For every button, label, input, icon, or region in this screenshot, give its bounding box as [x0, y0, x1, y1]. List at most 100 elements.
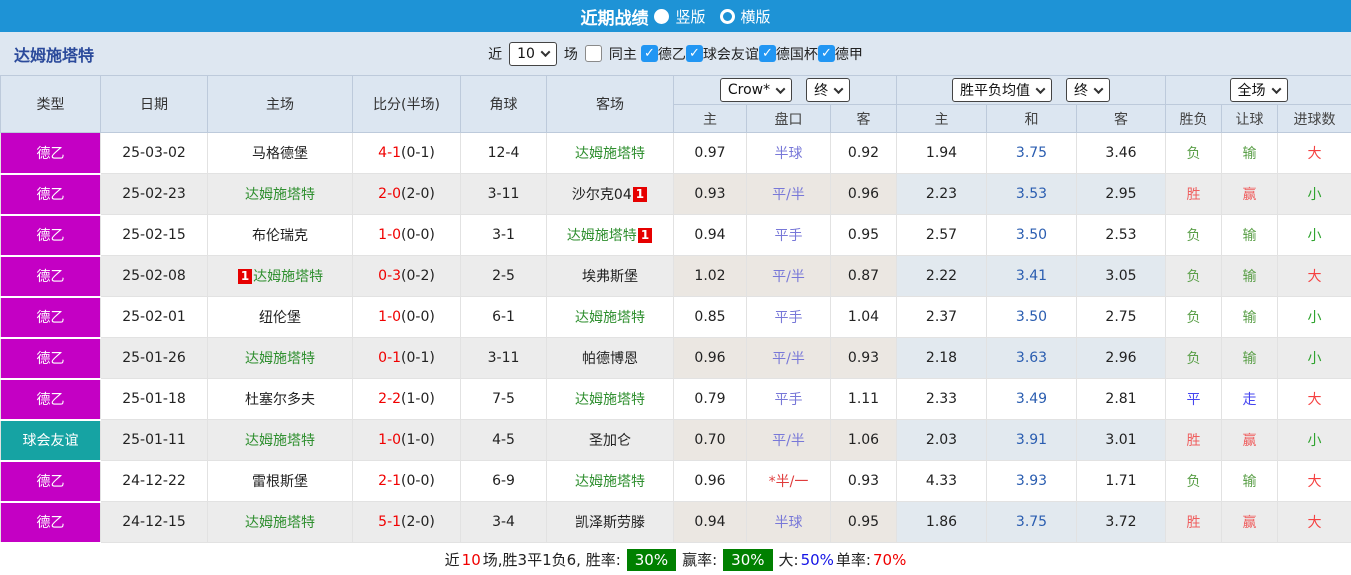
team-name-text: 达姆施塔特 [245, 351, 315, 367]
goals-cell: 大 [1276, 501, 1351, 543]
odds-home-cell: 0.79 [673, 378, 747, 420]
avg-odds-select[interactable]: 胜平负均值 [952, 78, 1052, 102]
team-name-text: 达姆施塔特 [575, 310, 645, 326]
horizontal-layout-radio[interactable] [719, 8, 735, 24]
odds-home-cell: 0.94 [673, 214, 747, 256]
corner-cell: 2-5 [460, 255, 547, 297]
away-team-cell: 达姆施塔特 1 [546, 214, 674, 256]
match-date: 25-01-18 [100, 378, 208, 420]
handicap-cell: 平手 [746, 378, 831, 420]
odds-away-cell: 0.93 [830, 337, 897, 379]
avg-final-select[interactable]: 终 [1066, 78, 1110, 102]
league-label-1: 球会友谊 [702, 46, 759, 63]
odds-away-cell: 0.95 [830, 501, 897, 543]
league-type-cell: 德乙 [0, 501, 101, 544]
away-team-cell: 圣加仑 [546, 419, 674, 461]
red-card-badge: 1 [637, 228, 653, 243]
horizontal-layout-label[interactable]: 横版 [741, 6, 771, 27]
result-cell: 负 [1165, 255, 1222, 297]
summary-segment-2: 场,胜3平1负6, 胜率: [482, 551, 621, 569]
home-team-cell: 杜塞尔多夫 [207, 378, 353, 420]
team-name-text: 达姆施塔特 [575, 474, 645, 490]
odds-home-cell: 0.94 [673, 501, 747, 543]
corner-cell: 12-4 [460, 132, 547, 174]
home-team-cell: 达姆施塔特 [207, 501, 353, 543]
same-home-checkbox[interactable] [584, 45, 602, 62]
match-row: 德乙 25-03-02 马格德堡 4-1(0-1) 12-4 达姆施塔特 0.97 半球 0.9… [0, 132, 1351, 175]
league-type-cell: 德乙 [0, 337, 101, 380]
avg-away-cell: 3.01 [1076, 419, 1166, 461]
goals-scope-select[interactable]: 全场 [1229, 78, 1288, 102]
home-team-cell: 纽伦堡 [207, 296, 353, 338]
col-header-type: 类型 [0, 75, 101, 133]
odds-away-cell: 0.87 [830, 255, 897, 297]
avg-home-cell: 4.33 [896, 460, 987, 502]
match-row: 德乙 25-02-01 纽伦堡 1-0(0-0) 6-1 达姆施塔特 0.85 平手 1.04 2… [0, 296, 1351, 339]
recent-count-select[interactable]: 10 [509, 41, 557, 66]
match-date: 24-12-15 [100, 501, 208, 543]
avg-home-cell: 2.37 [896, 296, 987, 338]
handicap-cell: 平/半 [746, 173, 831, 215]
team-name-text: 凯泽斯劳滕 [575, 515, 645, 531]
avg-home-cell: 2.18 [896, 337, 987, 379]
score-cell: 1-0(0-0) [352, 296, 461, 338]
team-name-text: 达姆施塔特 [575, 392, 645, 408]
avg-select-group: 胜平负均值 终 [896, 75, 1166, 105]
odds-home-cell: 0.85 [673, 296, 747, 338]
match-date: 25-03-02 [100, 132, 208, 174]
league-checkbox-3[interactable]: ✓ [817, 45, 835, 62]
match-row: 德乙 24-12-15 达姆施塔特 5-1(2-0) 3-4 凯泽斯劳滕 0.94 半球 0.9… [0, 501, 1351, 544]
handicap-result-cell: 输 [1221, 255, 1278, 297]
summary-segment-6: 大: [778, 551, 799, 569]
away-team-cell: 达姆施塔特 [546, 460, 674, 502]
filters-group: 近 10 场 同主 ✓ 德乙 ✓ 球会友谊 ✓ 德国杯 ✓ 德甲 [488, 41, 863, 66]
odds-away-cell: 0.92 [830, 132, 897, 174]
summary-segment-0: 近 [444, 551, 460, 569]
match-row: 德乙 25-02-08 1 达姆施塔特 0-3(0-2) 2-5 埃弗斯堡 1.02 平/半 0.… [0, 255, 1351, 298]
score-cell: 2-0(2-0) [352, 173, 461, 215]
team-name-text: 达姆施塔特 [245, 187, 315, 203]
match-row: 德乙 24-12-22 雷根斯堡 2-1(0-0) 6-9 达姆施塔特 0.96 *半/一 0.… [0, 460, 1351, 503]
corner-cell: 6-9 [460, 460, 547, 502]
goals-select-group: 全场 [1164, 75, 1351, 105]
avg-away-cell: 3.46 [1076, 132, 1166, 174]
team-name-text: 帕德博恩 [582, 351, 638, 367]
odds-final-select[interactable]: 终 [806, 78, 851, 102]
goals-cell: 大 [1276, 255, 1351, 297]
match-date: 25-01-11 [100, 419, 208, 461]
corner-cell: 6-1 [460, 296, 547, 338]
score-cell: 1-0(1-0) [352, 419, 461, 461]
corner-cell: 4-5 [460, 419, 547, 461]
corner-cell: 3-1 [460, 214, 547, 256]
result-cell: 负 [1165, 460, 1222, 502]
corner-cell: 3-11 [460, 337, 547, 379]
match-date: 25-02-08 [100, 255, 208, 297]
team-name-text: 圣加仑 [589, 433, 631, 449]
col-header-avg-home: 主 [896, 104, 987, 133]
league-checkbox-0[interactable]: ✓ [640, 45, 658, 62]
red-card-badge: 1 [237, 269, 253, 284]
col-header-avg-away: 客 [1076, 104, 1166, 133]
odds-home-cell: 0.97 [673, 132, 747, 174]
league-type-cell: 德乙 [0, 132, 101, 175]
league-checkbox-2[interactable]: ✓ [758, 45, 776, 62]
league-checkbox-1[interactable]: ✓ [685, 45, 703, 62]
vertical-layout-radio[interactable] [654, 8, 670, 24]
col-header-home: 主场 [207, 75, 353, 133]
odds-company-select[interactable]: Crow* [719, 78, 793, 102]
match-row: 球会友谊 25-01-11 达姆施塔特 1-0(1-0) 4-5 圣加仑 0.70 平/半 1.… [0, 419, 1351, 462]
avg-draw-cell: 3.91 [986, 419, 1077, 461]
match-row: 德乙 25-01-18 杜塞尔多夫 2-2(1-0) 7-5 达姆施塔特 0.79 平手 1.1… [0, 378, 1351, 421]
result-cell: 胜 [1165, 173, 1222, 215]
team-name-text: 布伦瑞克 [252, 228, 308, 244]
match-row: 德乙 25-01-26 达姆施塔特 0-1(0-1) 3-11 帕德博恩 0.96 平/半 0.… [0, 337, 1351, 380]
avg-draw-cell: 3.50 [986, 296, 1077, 338]
vertical-layout-label[interactable]: 竖版 [675, 6, 705, 27]
avg-home-cell: 2.03 [896, 419, 987, 461]
corner-cell: 3-4 [460, 501, 547, 543]
col-header-avg-draw: 和 [986, 104, 1077, 133]
handicap-cell: 平手 [746, 214, 831, 256]
match-date: 25-01-26 [100, 337, 208, 379]
team-name-text: 达姆施塔特 [253, 269, 324, 285]
red-card-badge: 1 [632, 187, 648, 202]
